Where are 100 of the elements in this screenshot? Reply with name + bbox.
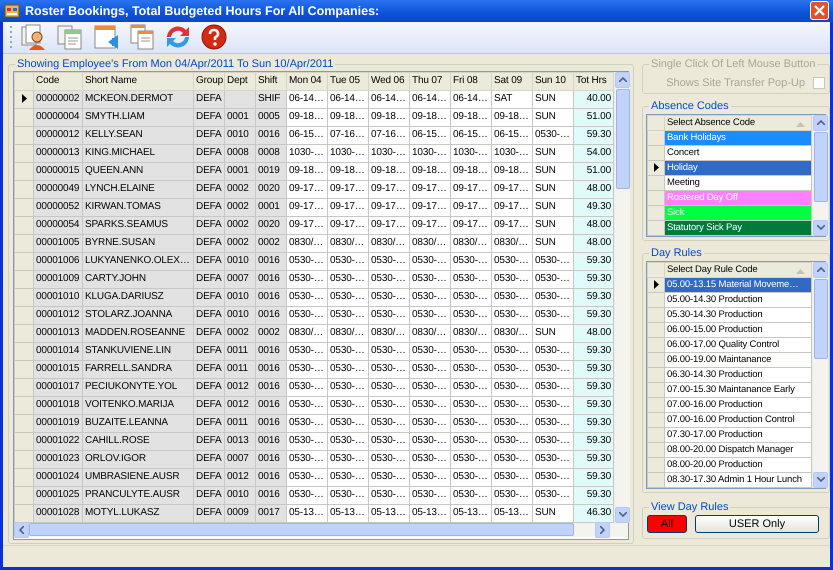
- absence-code-item[interactable]: Concert: [664, 145, 812, 160]
- day-rule-item[interactable]: 06.00-17.00 Quality Control: [664, 337, 812, 352]
- column-header[interactable]: Dept: [224, 72, 256, 90]
- column-header[interactable]: Tue 05: [328, 72, 368, 90]
- row-header[interactable]: [648, 277, 664, 292]
- table-cell: 0530-…: [286, 252, 328, 270]
- scroll-thumb[interactable]: [814, 278, 828, 359]
- table-cell: 0830/…: [410, 234, 450, 252]
- table-cell: 59.30: [574, 306, 614, 324]
- column-header[interactable]: Mon 04: [286, 72, 328, 90]
- filter-button[interactable]: USER Only: [695, 514, 819, 533]
- table-cell: 0016: [256, 270, 286, 288]
- table-cell: 09-17…: [328, 198, 368, 216]
- day-rule-item[interactable]: 07.00-15.30 Maintanance Early: [664, 382, 812, 398]
- table-cell: 59.30: [574, 378, 614, 396]
- column-header[interactable]: Sat 09: [492, 72, 532, 90]
- column-header[interactable]: Wed 06: [368, 72, 410, 90]
- table-cell: 0530-…: [368, 306, 410, 324]
- column-header[interactable]: Thu 07: [410, 72, 450, 90]
- column-header[interactable]: Tot Hrs: [574, 72, 614, 90]
- column-header[interactable]: Sun 10: [532, 72, 574, 90]
- current-row-icon: [654, 163, 658, 172]
- vertical-scrollbar[interactable]: [614, 72, 630, 523]
- day-rule-item[interactable]: 06.00-15.00 Production: [664, 322, 812, 338]
- scroll-up-button[interactable]: [615, 72, 630, 88]
- table-cell: 09-17…: [450, 180, 492, 198]
- table-cell: 09-18…: [328, 162, 368, 180]
- column-header[interactable]: Fri 08: [450, 72, 492, 90]
- table-cell: 0530-…: [328, 270, 368, 288]
- horizontal-scrollbar[interactable]: [14, 522, 628, 537]
- column-header[interactable]: Select Absence Code: [664, 115, 812, 130]
- table-cell: DEFA: [194, 432, 224, 450]
- day-rule-item[interactable]: 05.00-14.30 Production: [664, 292, 812, 308]
- table-cell: 06-14…: [286, 90, 328, 108]
- scroll-down-button[interactable]: [615, 506, 630, 523]
- column-header[interactable]: Code: [34, 72, 82, 90]
- table-cell: 09-17…: [410, 216, 450, 234]
- day-rule-item[interactable]: 07.30-17.00 Production: [664, 427, 812, 442]
- day-rule-item[interactable]: 05.00-13.15 Material Moveme…: [664, 277, 812, 292]
- table-cell: 0016: [256, 288, 286, 306]
- column-header[interactable]: Select Day Rule Code: [664, 262, 812, 278]
- table-cell: 0016: [256, 486, 286, 504]
- scroll-down-button[interactable]: [813, 472, 828, 488]
- scroll-up-button[interactable]: [813, 262, 828, 278]
- absence-code-item[interactable]: Holiday: [664, 160, 812, 176]
- day-rule-item[interactable]: 08.30-17.30 Admin 1 Hour Lunch: [664, 472, 812, 488]
- scroll-left-button[interactable]: [14, 522, 29, 538]
- table-cell: SAT: [492, 90, 532, 108]
- table-cell: 0530-…: [492, 306, 532, 324]
- table-cell: 0002: [224, 180, 256, 198]
- column-header[interactable]: Shift: [256, 72, 286, 90]
- day-rule-item[interactable]: 08.00-20.00 Production: [664, 457, 812, 472]
- table-cell: UMBRASIENE.AUSR: [82, 468, 194, 486]
- close-button[interactable]: [810, 1, 829, 20]
- day-rule-item[interactable]: 07.00-16.00 Production Control: [664, 412, 812, 428]
- table-cell: 0010: [224, 288, 256, 306]
- table-cell: 0530-…: [492, 468, 532, 486]
- scroll-thumb[interactable]: [814, 132, 828, 202]
- table-cell: 0530-…: [410, 396, 450, 414]
- table-cell: 00001015: [34, 360, 82, 378]
- day-rule-item[interactable]: 06.00-19.00 Maintanance: [664, 352, 812, 368]
- table-cell: 0530-…: [410, 468, 450, 486]
- table-cell: 0013: [224, 432, 256, 450]
- table-cell: 09-17…: [410, 180, 450, 198]
- table-cell: CAHILL.ROSE: [82, 432, 194, 450]
- table-cell: 0530-…: [368, 468, 410, 486]
- table-cell: 0530-…: [450, 306, 492, 324]
- documents-icon: [56, 23, 84, 52]
- scroll-right-button[interactable]: [595, 522, 610, 538]
- group-caption: Showing Employee's From Mon 04/Apr/2011 To Sun 10/Apr/2011: [15, 58, 336, 71]
- row-header[interactable]: [648, 160, 664, 176]
- vertical-scrollbar[interactable]: [812, 262, 828, 488]
- column-header[interactable]: Group: [194, 72, 224, 90]
- table-cell: 1030-…: [328, 144, 368, 162]
- column-header[interactable]: Short Name: [82, 72, 194, 90]
- table-cell: 00001024: [34, 468, 82, 486]
- day-rule-item[interactable]: 08.00-20.00 Dispatch Manager: [664, 442, 812, 458]
- table-cell: 0530-…: [450, 270, 492, 288]
- scroll-down-button[interactable]: [813, 220, 828, 236]
- vertical-scrollbar[interactable]: [812, 114, 828, 236]
- table-cell: 00000002: [34, 90, 82, 108]
- table-cell: 0530-…: [410, 306, 450, 324]
- day-rule-item[interactable]: 07.00-16.00 Production: [664, 397, 812, 412]
- scroll-thumb[interactable]: [616, 88, 630, 189]
- toolbar-button[interactable]: [199, 22, 229, 52]
- absence-code-item[interactable]: Statutory Sick Pay: [664, 220, 812, 236]
- table-cell: 00000049: [34, 180, 82, 198]
- day-rule-item[interactable]: 05.30-14.30 Production: [664, 307, 812, 322]
- table-cell: 0530-…: [450, 378, 492, 396]
- table-cell: 0530-…: [328, 288, 368, 306]
- table-cell: DEFA: [194, 288, 224, 306]
- row-header[interactable]: [14, 90, 34, 108]
- day-rule-item[interactable]: 06.30-14.30 Production: [664, 367, 812, 382]
- table-cell: 0530-…: [286, 378, 328, 396]
- table-cell: DEFA: [194, 270, 224, 288]
- table-cell: 0530-…: [368, 396, 410, 414]
- scroll-thumb[interactable]: [29, 523, 574, 536]
- scroll-up-button[interactable]: [813, 114, 828, 131]
- absence-code-item[interactable]: Meeting: [664, 175, 812, 190]
- filter-button[interactable]: All: [647, 514, 687, 533]
